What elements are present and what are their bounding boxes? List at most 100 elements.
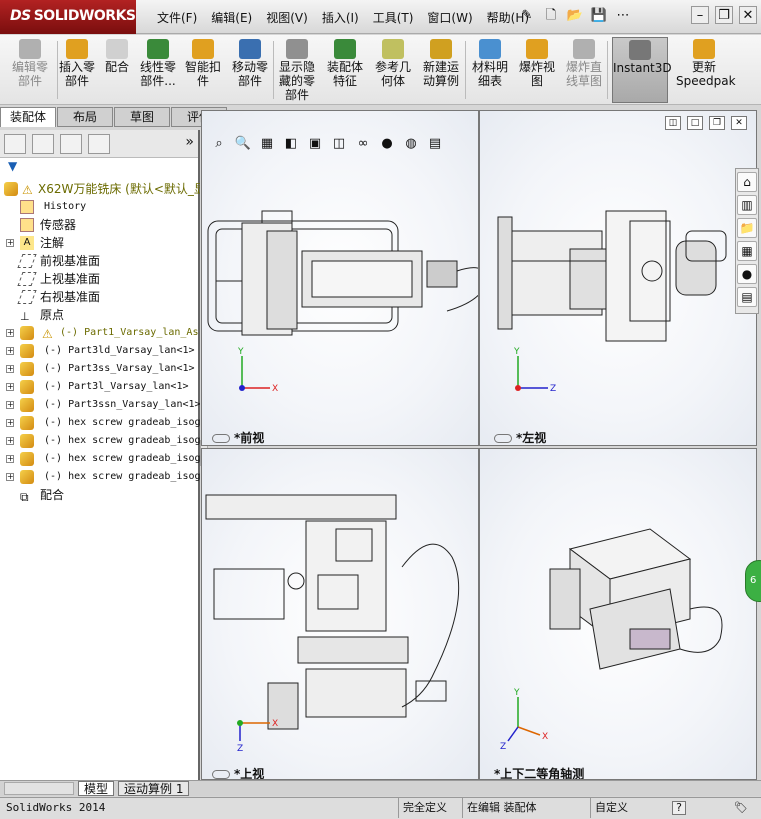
display-style-icon[interactable]: ◫: [330, 135, 348, 153]
tree-item[interactable]: ⊥ 原点: [0, 306, 200, 324]
expand-icon[interactable]: +: [6, 347, 14, 355]
appearances-icon[interactable]: ●: [737, 264, 757, 284]
tree-filter[interactable]: ▼: [0, 158, 198, 176]
expand-icon[interactable]: +: [6, 455, 14, 463]
restore-icon[interactable]: ❐: [715, 6, 733, 24]
tab-layout[interactable]: 布局: [57, 107, 113, 127]
menu-edit[interactable]: 编辑(E): [204, 9, 259, 26]
section-view-icon[interactable]: ◧: [282, 135, 300, 153]
design-library-icon[interactable]: ▥: [737, 195, 757, 215]
mate-button[interactable]: 配合: [100, 37, 134, 103]
side-badge[interactable]: 6: [745, 560, 761, 602]
custom-properties-icon[interactable]: ▤: [737, 287, 757, 307]
expand-icon[interactable]: +: [6, 419, 14, 427]
expand-icon[interactable]: +: [6, 329, 14, 337]
reference-geometry-button[interactable]: 参考几 何体: [372, 37, 414, 103]
display-manager-icon[interactable]: [88, 134, 110, 154]
tree-item[interactable]: 前视基准面: [0, 252, 200, 270]
expand-icon[interactable]: +: [6, 365, 14, 373]
tree-item[interactable]: + (-) Part3ld_Varsay_lan<1>: [0, 342, 200, 360]
menu-view[interactable]: 视图(V): [259, 9, 315, 26]
new-document-icon[interactable]: 🗋: [542, 7, 560, 25]
tree-item[interactable]: + (-) hex screw gradeab_isog: [0, 432, 200, 450]
status-custom-units[interactable]: 自定义: [590, 798, 628, 818]
exploded-view-button[interactable]: 爆炸视 图: [516, 37, 558, 103]
tab-sketch[interactable]: 草图: [114, 107, 170, 127]
tree-item[interactable]: ⧉ 配合: [0, 486, 200, 504]
expand-icon[interactable]: +: [6, 401, 14, 409]
viewport-restore-icon[interactable]: ❐: [709, 116, 725, 130]
pin-icon[interactable]: ✎: [518, 7, 536, 25]
tree-item[interactable]: + (-) Part3ss_Varsay_lan<1>: [0, 360, 200, 378]
feature-tree-icon[interactable]: [4, 134, 26, 154]
solidworks-logo[interactable]: DS SOLIDWORKS: [0, 0, 136, 34]
tree-item[interactable]: + ⚠ (-) Part1_Varsay_lan_As: [0, 324, 200, 342]
assembly-features-button[interactable]: 装配体 特征: [322, 37, 368, 103]
show-hidden-components-button[interactable]: 显示隐 藏的零 部件: [276, 37, 318, 103]
zoom-to-fit-icon[interactable]: ⌕: [210, 135, 228, 153]
view-palette-icon[interactable]: ▦: [737, 241, 757, 261]
home-icon[interactable]: ⌂: [737, 172, 757, 192]
close-icon[interactable]: ✕: [739, 6, 757, 24]
move-component-button[interactable]: 移动零 部件: [228, 37, 272, 103]
save-icon[interactable]: 💾: [590, 7, 608, 25]
tab-assembly[interactable]: 装配体: [0, 107, 56, 127]
new-motion-study-button[interactable]: 新建运 动算例: [418, 37, 464, 103]
edit-component-button[interactable]: 编辑零 部件: [4, 37, 56, 103]
tab-scroll-arrows[interactable]: [4, 782, 74, 795]
menu-tools[interactable]: 工具(T): [366, 9, 421, 26]
tree-item[interactable]: History: [0, 198, 200, 216]
help-icon[interactable]: ?: [672, 801, 686, 815]
property-manager-icon[interactable]: [32, 134, 54, 154]
tree-item[interactable]: + (-) Part3ssn_Varsay_lan<1>: [0, 396, 200, 414]
tree-item[interactable]: + (-) hex screw gradeab_isog: [0, 468, 200, 486]
menu-file[interactable]: 文件(F): [150, 9, 204, 26]
tree-item[interactable]: 上视基准面: [0, 270, 200, 288]
open-folder-icon[interactable]: 📂: [566, 7, 584, 25]
tree-item[interactable]: 传感器: [0, 216, 200, 234]
smart-fasteners-button[interactable]: 智能扣 件: [182, 37, 224, 103]
tab-model[interactable]: 模型: [78, 781, 115, 796]
tree-item[interactable]: + (-) Part3l_Varsay_lan<1>: [0, 378, 200, 396]
previous-view-icon[interactable]: ▦: [258, 135, 276, 153]
viewport-top[interactable]: Z X *上视: [201, 448, 479, 780]
menu-insert[interactable]: 插入(I): [315, 9, 366, 26]
view-orientation-icon[interactable]: ▣: [306, 135, 324, 153]
minimize-icon[interactable]: –: [691, 6, 709, 24]
configuration-manager-icon[interactable]: [60, 134, 82, 154]
hide-show-items-icon[interactable]: ∞: [354, 135, 372, 153]
tree-item[interactable]: 右视基准面: [0, 288, 200, 306]
instant3d-button[interactable]: Instant3D: [612, 37, 672, 103]
expand-icon[interactable]: +: [6, 437, 14, 445]
zoom-area-icon[interactable]: 🔍: [234, 135, 252, 153]
insert-components-button[interactable]: 插入零 部件: [58, 37, 96, 103]
viewport-split-icon[interactable]: ◫: [665, 116, 681, 130]
tree-item[interactable]: + (-) hex screw gradeab_isog: [0, 450, 200, 468]
tree-item[interactable]: ⚠ X62W万能铣床 (默认<默认_显: [0, 180, 200, 198]
edit-appearance-icon[interactable]: ●: [378, 135, 396, 153]
viewport-front[interactable]: Y X *前视: [201, 110, 479, 446]
toolbar-label: Instant3D: [613, 61, 672, 75]
linear-component-pattern-button[interactable]: 线性零 部件...: [136, 37, 180, 103]
viewport-single-icon[interactable]: □: [687, 116, 703, 130]
view-settings-icon[interactable]: ▤: [426, 135, 444, 153]
expand-panel-icon[interactable]: »: [185, 134, 194, 150]
viewport-isometric[interactable]: Y X Z *上下二等角轴测: [479, 448, 757, 780]
options-icon[interactable]: ⋯: [614, 7, 632, 25]
file-explorer-icon[interactable]: 📁: [737, 218, 757, 238]
bill-of-materials-button[interactable]: 材料明 细表: [468, 37, 512, 103]
menu-window[interactable]: 窗口(W): [420, 9, 479, 26]
viewport-close-icon[interactable]: ✕: [731, 116, 747, 130]
tree-item[interactable]: + A 注解: [0, 234, 200, 252]
apply-scene-icon[interactable]: ◍: [402, 135, 420, 153]
tree-item[interactable]: + (-) hex screw gradeab_isog: [0, 414, 200, 432]
explode-line-sketch-button[interactable]: 爆炸直 线草图: [562, 37, 606, 103]
viewport-left[interactable]: Y Z *左视: [479, 110, 757, 446]
expand-icon[interactable]: +: [6, 383, 14, 391]
tab-motion-study-1[interactable]: 运动算例 1: [118, 781, 190, 796]
update-speedpak-button[interactable]: 更新 Speedpak: [676, 37, 736, 103]
tag-icon[interactable]: 🏷: [734, 798, 748, 818]
expand-icon[interactable]: +: [6, 473, 14, 481]
filter-icon[interactable]: ▼: [8, 159, 17, 173]
expand-icon[interactable]: +: [6, 239, 14, 247]
